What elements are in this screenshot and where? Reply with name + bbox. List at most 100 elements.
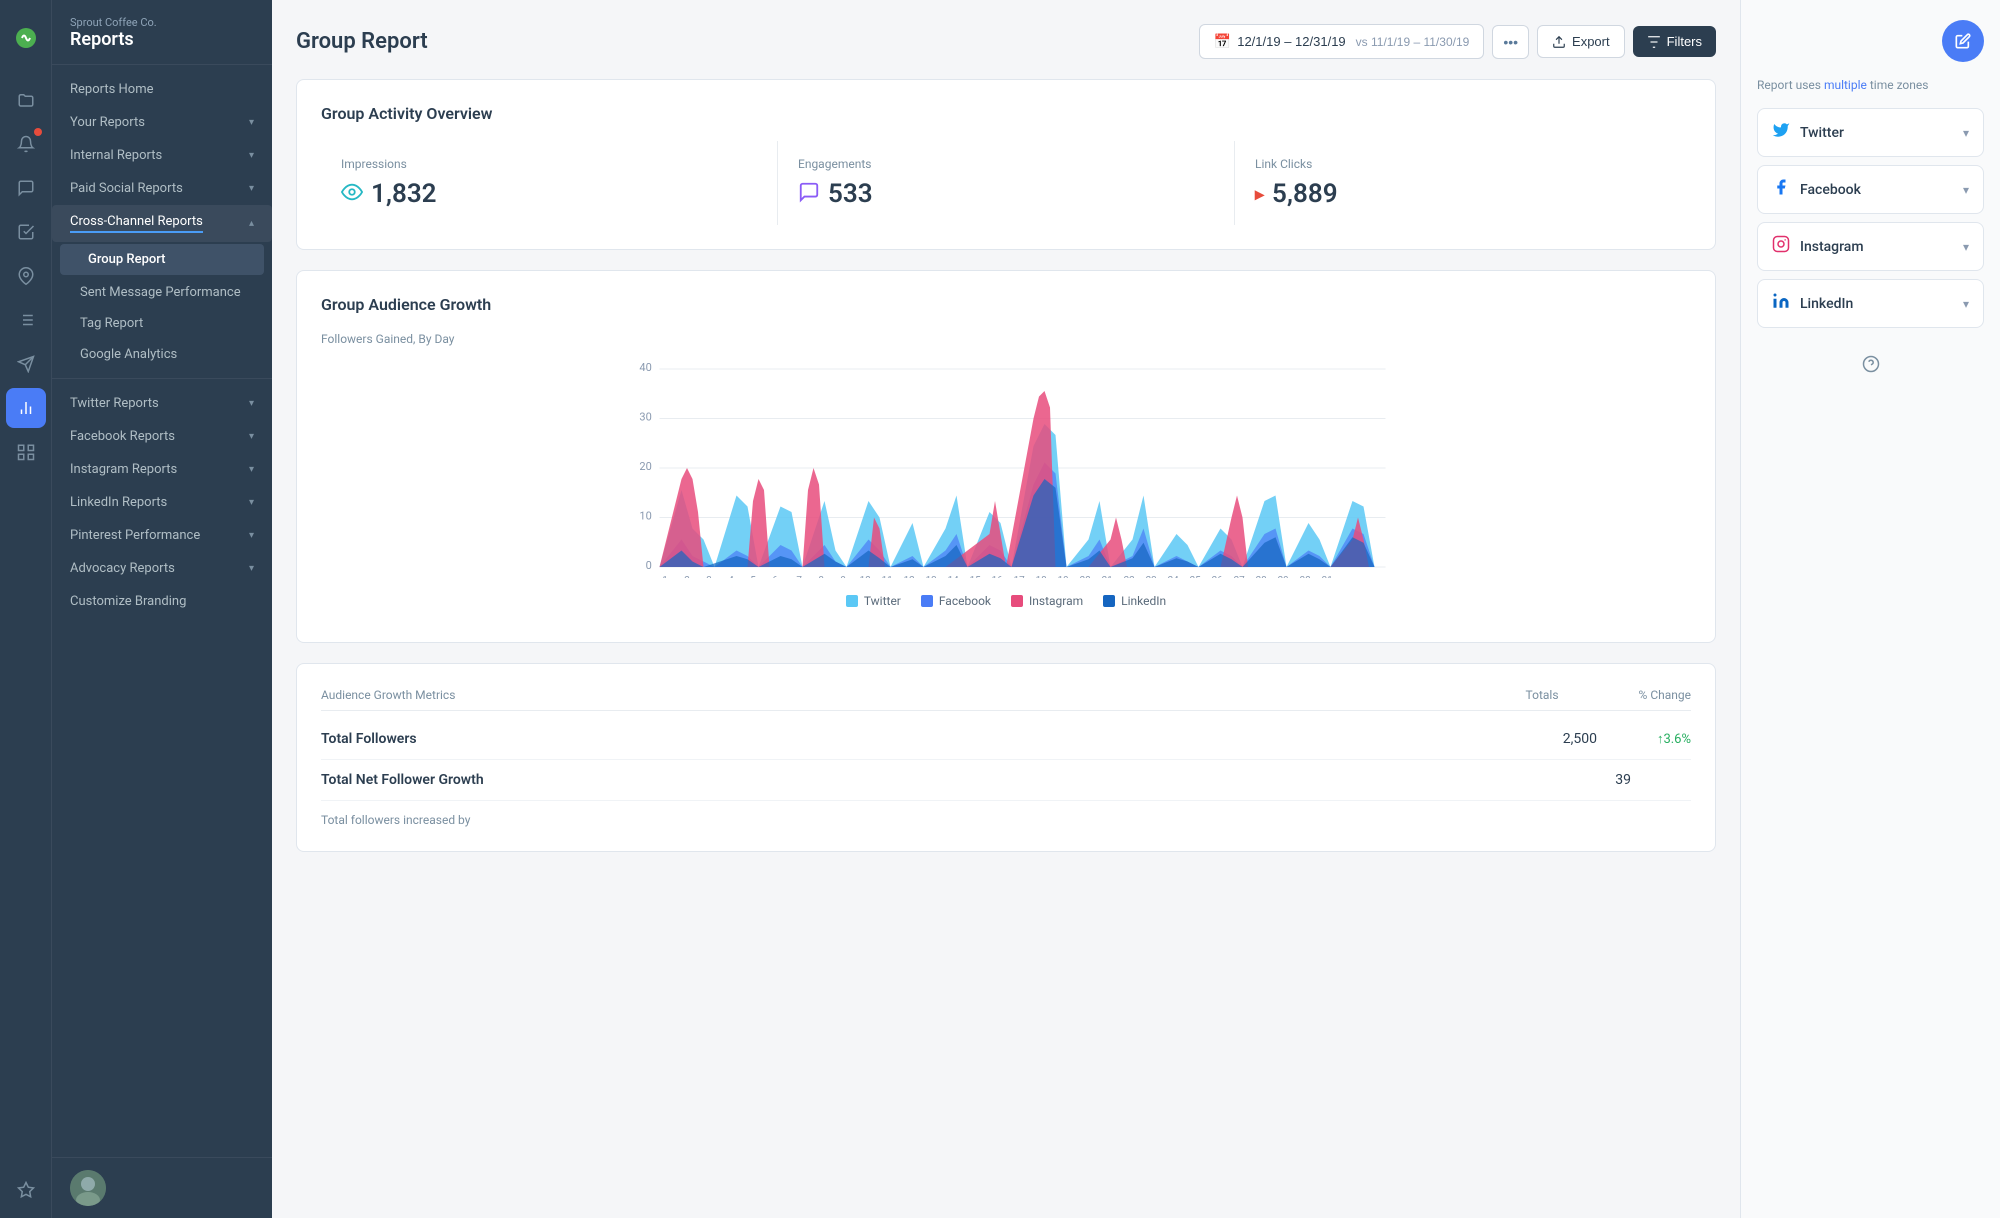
chevron-down-icon: ▾ xyxy=(249,530,254,541)
svg-text:30: 30 xyxy=(1300,576,1311,579)
chevron-down-icon: ▾ xyxy=(249,563,254,574)
svg-text:40: 40 xyxy=(639,361,651,374)
calendar-icon: 📅 xyxy=(1214,33,1231,50)
network-item-facebook[interactable]: Facebook ▾ xyxy=(1757,165,1984,214)
sidebar-bottom xyxy=(52,1157,272,1218)
activity-overview-card: Group Activity Overview Impressions 1,83… xyxy=(296,79,1716,250)
reports-icon[interactable] xyxy=(6,388,46,428)
vs-range-text: vs 11/1/19 – 11/30/19 xyxy=(1356,35,1470,49)
metrics-row: Impressions 1,832 Engagements xyxy=(321,141,1691,225)
sidebar-item-advocacy[interactable]: Advocacy Reports ▾ xyxy=(52,552,272,585)
sidebar-item-cross-channel[interactable]: Cross-Channel Reports ▴ xyxy=(52,205,272,242)
svg-text:28: 28 xyxy=(1256,576,1268,579)
svg-text:3: 3 xyxy=(706,576,712,579)
svg-text:4: 4 xyxy=(728,576,734,579)
sidebar-brand: Sprout Coffee Co. Reports xyxy=(52,0,272,65)
sidebar-subitem-group-report[interactable]: Group Report xyxy=(60,244,264,275)
chevron-down-icon: ▾ xyxy=(1963,183,1969,197)
linkedin-color-dot xyxy=(1103,595,1115,607)
avatar[interactable] xyxy=(70,1170,106,1206)
engagements-label: Engagements xyxy=(798,157,1214,171)
chevron-down-icon: ▾ xyxy=(1963,240,1969,254)
svg-text:15: 15 xyxy=(970,576,982,579)
engagements-metric: Engagements 533 xyxy=(778,141,1235,225)
link-clicks-label: Link Clicks xyxy=(1255,157,1671,171)
sidebar-item-internal-reports[interactable]: Internal Reports ▾ xyxy=(52,139,272,172)
network-item-instagram-left: Instagram xyxy=(1772,235,1864,258)
table-row: Total Followers 2,500 ↑3.6% xyxy=(321,719,1691,760)
network-item-facebook-left: Facebook xyxy=(1772,178,1861,201)
svg-text:1: 1 xyxy=(662,576,668,579)
chevron-down-icon: ▾ xyxy=(1963,297,1969,311)
impressions-label: Impressions xyxy=(341,157,757,171)
company-name: Sprout Coffee Co. xyxy=(70,16,254,29)
tasks-icon[interactable] xyxy=(6,212,46,252)
network-item-linkedin[interactable]: LinkedIn ▾ xyxy=(1757,279,1984,328)
compose-icon[interactable] xyxy=(6,168,46,208)
header-actions: 📅 12/1/19 – 12/31/19 vs 11/1/19 – 11/30/… xyxy=(1199,24,1716,59)
sidebar-item-twitter-reports[interactable]: Twitter Reports ▾ xyxy=(52,387,272,420)
svg-text:16: 16 xyxy=(992,576,1004,579)
link-clicks-value: ▸ 5,889 xyxy=(1255,179,1671,209)
help-icon[interactable] xyxy=(1851,344,1891,384)
sidebar-item-paid-social[interactable]: Paid Social Reports ▾ xyxy=(52,172,272,205)
folder-icon[interactable] xyxy=(6,80,46,120)
svg-text:22: 22 xyxy=(1124,576,1136,579)
svg-text:29: 29 xyxy=(1278,576,1289,579)
twitter-icon xyxy=(1772,121,1790,144)
svg-text:6: 6 xyxy=(772,576,778,579)
eye-icon xyxy=(341,181,363,208)
page-header: Group Report 📅 12/1/19 – 12/31/19 vs 11/… xyxy=(296,24,1716,59)
instagram-color-dot xyxy=(1011,595,1023,607)
svg-text:24: 24 xyxy=(1168,576,1180,579)
sidebar-item-your-reports[interactable]: Your Reports ▾ xyxy=(52,106,272,139)
svg-text:8: 8 xyxy=(818,576,824,579)
sidebar-item-instagram-reports[interactable]: Instagram Reports ▾ xyxy=(52,453,272,486)
network-item-instagram[interactable]: Instagram ▾ xyxy=(1757,222,1984,271)
sidebar-item-reports-home[interactable]: Reports Home xyxy=(52,73,272,106)
svg-text:26: 26 xyxy=(1212,576,1224,579)
sidebar-subitem-google-analytics[interactable]: Google Analytics xyxy=(52,339,272,370)
sidebar-subitem-tag-report[interactable]: Tag Report xyxy=(52,308,272,339)
sidebar-subitem-sent-message[interactable]: Sent Message Performance xyxy=(52,277,272,308)
timezone-note: Report uses multiple time zones xyxy=(1757,78,1984,92)
sidebar-item-pinterest[interactable]: Pinterest Performance ▾ xyxy=(52,519,272,552)
svg-text:30: 30 xyxy=(639,411,651,424)
svg-text:23: 23 xyxy=(1146,576,1157,579)
table-row: Total Net Follower Growth 39 xyxy=(321,760,1691,801)
export-icon xyxy=(1552,35,1566,49)
twitter-color-dot xyxy=(846,595,858,607)
chart-legend: Twitter Facebook Instagram LinkedIn xyxy=(321,594,1691,608)
app-title: Reports xyxy=(70,29,254,50)
network-item-twitter[interactable]: Twitter ▾ xyxy=(1757,108,1984,157)
sidebar-item-facebook-reports[interactable]: Facebook Reports ▾ xyxy=(52,420,272,453)
chat-icon xyxy=(798,181,820,208)
apps-icon[interactable] xyxy=(6,432,46,472)
list-icon[interactable] xyxy=(6,300,46,340)
filters-icon xyxy=(1647,35,1661,49)
star-icon[interactable] xyxy=(6,1170,46,1210)
sidebar-item-customize-branding[interactable]: Customize Branding xyxy=(52,585,272,618)
notification-icon[interactable] xyxy=(6,124,46,164)
svg-text:10: 10 xyxy=(639,510,651,523)
cursor-icon: ▸ xyxy=(1255,184,1264,205)
chevron-up-icon: ▴ xyxy=(249,218,254,229)
svg-text:19: 19 xyxy=(1058,576,1069,579)
svg-text:21: 21 xyxy=(1102,576,1113,579)
edit-button[interactable] xyxy=(1942,20,1984,62)
more-options-button[interactable]: ••• xyxy=(1492,25,1529,59)
link-clicks-metric: Link Clicks ▸ 5,889 xyxy=(1235,141,1691,225)
filters-button[interactable]: Filters xyxy=(1633,26,1716,57)
pin-icon[interactable] xyxy=(6,256,46,296)
sidebar-item-linkedin-reports[interactable]: LinkedIn Reports ▾ xyxy=(52,486,272,519)
svg-text:2: 2 xyxy=(684,576,690,579)
multiple-timezones-link[interactable]: multiple xyxy=(1824,78,1867,92)
export-button[interactable]: Export xyxy=(1537,25,1625,58)
audience-chart: 40 30 20 10 0 xyxy=(321,358,1691,578)
audience-growth-card: Group Audience Growth Followers Gained, … xyxy=(296,270,1716,643)
date-range-button[interactable]: 📅 12/1/19 – 12/31/19 vs 11/1/19 – 11/30/… xyxy=(1199,24,1485,59)
chart-container: Followers Gained, By Day 40 30 20 10 0 xyxy=(321,332,1691,618)
svg-text:25: 25 xyxy=(1190,576,1202,579)
send-icon[interactable] xyxy=(6,344,46,384)
svg-text:10: 10 xyxy=(860,576,871,579)
